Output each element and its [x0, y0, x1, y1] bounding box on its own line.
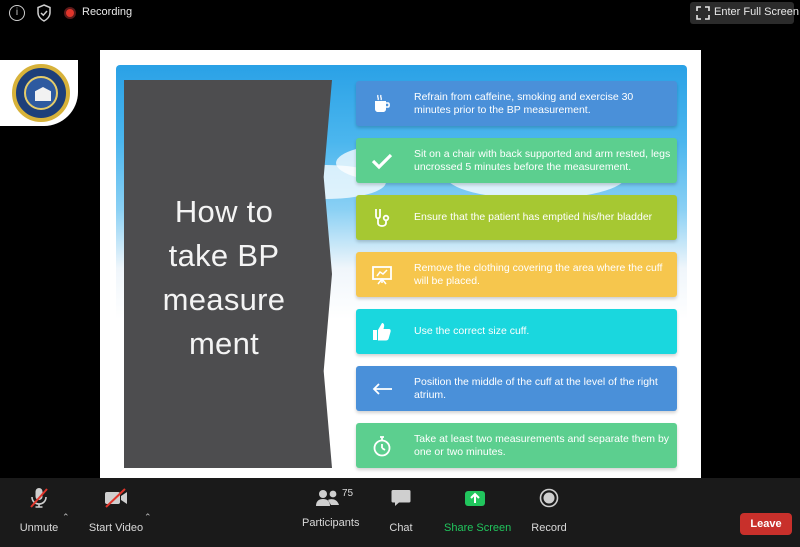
enter-full-screen-label: Enter Full Screen: [714, 6, 799, 18]
info-icon[interactable]: i: [9, 5, 25, 21]
participants-icon: [316, 490, 339, 506]
stethoscope-icon: [375, 209, 390, 227]
thumbs-up-icon: [373, 323, 391, 341]
stopwatch-icon: [373, 436, 391, 457]
record-button[interactable]: Record: [530, 486, 568, 544]
unmute-button[interactable]: Unmute: [14, 486, 64, 544]
audio-options-chevron-icon[interactable]: ⌃: [62, 512, 70, 523]
step-text: Position the middle of the cuff at the l…: [414, 376, 658, 401]
shield-icon[interactable]: [36, 4, 52, 22]
video-camera-off-icon: [105, 488, 127, 508]
record-icon: [539, 488, 559, 508]
record-label: Record: [531, 522, 567, 534]
presentation-slide: How to take BP measure ment Refrain from…: [100, 50, 701, 501]
leave-meeting-button[interactable]: Leave: [740, 513, 792, 535]
share-screen-button[interactable]: Share Screen: [444, 486, 512, 544]
participant-logo-thumbnail: [0, 60, 78, 126]
start-video-label: Start Video: [88, 522, 144, 534]
step-text: Take at least two measurements and separ…: [414, 433, 670, 458]
participants-label: Participants: [302, 517, 360, 529]
step-card: Refrain from caffeine, smoking and exerc…: [356, 81, 677, 126]
start-video-button[interactable]: Start Video: [86, 486, 146, 544]
fullscreen-icon: [696, 6, 710, 20]
step-card: Position the middle of the cuff at the l…: [356, 366, 677, 411]
video-options-chevron-icon[interactable]: ⌃: [144, 512, 152, 523]
slide-title: How to take BP measure ment: [162, 194, 286, 361]
step-text: Sit on a chair with back supported and a…: [414, 148, 671, 173]
recording-label: Recording: [82, 6, 133, 18]
share-screen-label: Share Screen: [444, 522, 512, 534]
participants-button[interactable]: 75 Participants: [302, 486, 360, 544]
unmute-label: Unmute: [19, 522, 59, 534]
meeting-controls-bar: Unmute ⌃ Start Video ⌃ 75 Participants C…: [0, 478, 800, 547]
step-card: Remove the clothing covering the area wh…: [356, 252, 677, 297]
enter-full-screen-button[interactable]: Enter Full Screen: [690, 2, 799, 24]
microphone-muted-icon: [30, 488, 48, 508]
chat-bubble-icon: [391, 490, 411, 506]
step-text: Remove the clothing covering the area wh…: [414, 262, 663, 287]
step-card: Use the correct size cuff.: [356, 309, 677, 354]
arrow-left-icon: [372, 383, 392, 395]
recording-indicator-icon: [64, 7, 76, 19]
participants-count: 75: [342, 488, 354, 499]
meeting-top-bar: i Recording Enter Full Screen: [0, 0, 800, 26]
step-card: Take at least two measurements and separ…: [356, 423, 677, 468]
chat-button[interactable]: Chat: [386, 486, 416, 544]
presentation-board-icon: [372, 266, 392, 285]
slide-title-panel: How to take BP measure ment: [124, 80, 332, 468]
checkmark-icon: [371, 153, 393, 170]
coffee-cup-icon: [375, 94, 390, 112]
step-card: Sit on a chair with back supported and a…: [356, 138, 677, 183]
share-screen-icon: [465, 491, 485, 506]
step-text: Ensure that the patient has emptied his/…: [414, 211, 653, 224]
step-text: Refrain from caffeine, smoking and exerc…: [414, 91, 634, 116]
chat-label: Chat: [389, 522, 413, 534]
shared-screen-area: How to take BP measure ment Refrain from…: [0, 26, 800, 501]
step-text: Use the correct size cuff.: [414, 325, 530, 338]
university-seal-logo: [12, 64, 70, 122]
step-card: Ensure that the patient has emptied his/…: [356, 195, 677, 240]
